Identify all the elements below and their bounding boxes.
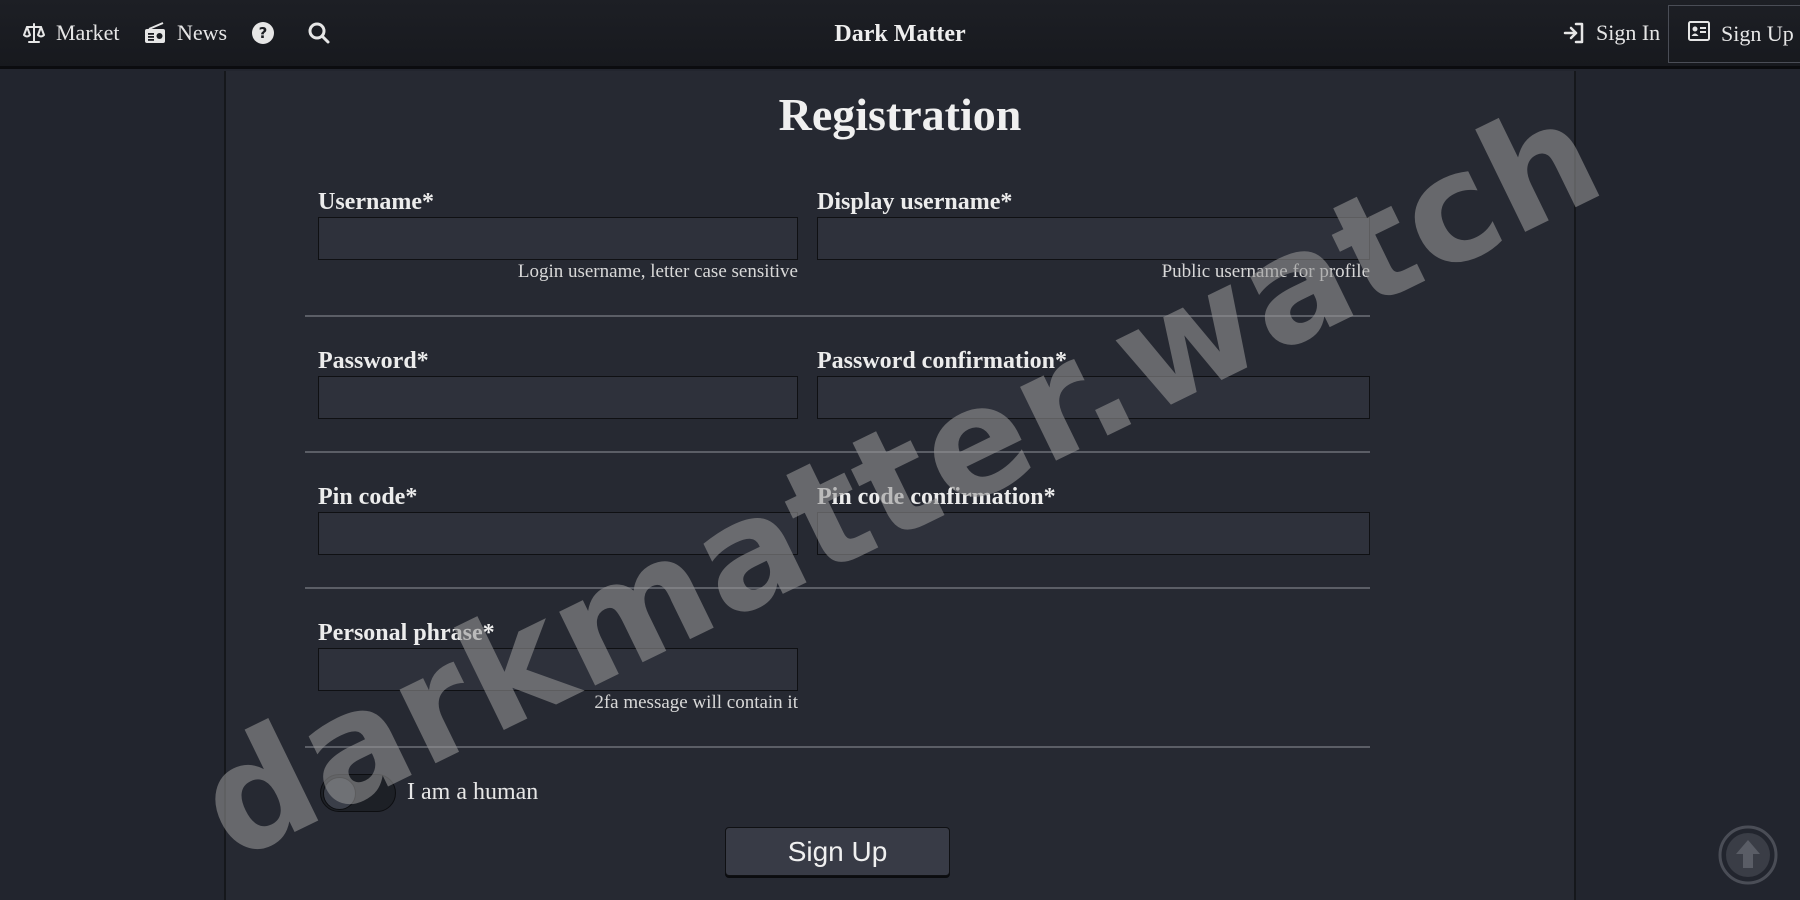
nav-help[interactable]: ? bbox=[251, 0, 275, 66]
human-toggle-label: I am a human bbox=[407, 779, 539, 805]
divider bbox=[305, 315, 1370, 317]
nav-search[interactable] bbox=[307, 0, 331, 66]
human-toggle[interactable] bbox=[320, 774, 396, 812]
nav-news-label: News bbox=[177, 20, 228, 45]
svg-text:?: ? bbox=[259, 24, 268, 42]
password-input[interactable] bbox=[318, 376, 798, 419]
nav-signup-label: Sign Up bbox=[1721, 21, 1794, 46]
scales-icon bbox=[22, 21, 46, 45]
password-label: Password* bbox=[318, 348, 429, 374]
sign-in-icon bbox=[1562, 21, 1586, 45]
personal-phrase-help: 2fa message will contain it bbox=[594, 692, 798, 713]
nav-market-label: Market bbox=[56, 20, 120, 45]
toggle-knob bbox=[323, 777, 356, 810]
nav-signup[interactable]: Sign Up bbox=[1668, 5, 1800, 63]
arrow-up-circle-icon bbox=[1717, 825, 1779, 890]
divider bbox=[305, 587, 1370, 589]
username-label: Username* bbox=[318, 189, 434, 215]
id-card-icon bbox=[1687, 19, 1711, 49]
pin-code-confirmation-input[interactable] bbox=[817, 512, 1370, 555]
search-icon bbox=[307, 21, 331, 45]
personal-phrase-input[interactable] bbox=[318, 648, 798, 691]
nav-news[interactable]: News bbox=[143, 0, 227, 66]
display-username-input[interactable] bbox=[817, 217, 1370, 260]
nav-signin[interactable]: Sign In bbox=[1562, 0, 1660, 66]
page-title: Registration bbox=[778, 89, 1022, 140]
scroll-to-top-button[interactable] bbox=[1717, 824, 1779, 886]
pin-code-label: Pin code* bbox=[318, 484, 418, 510]
display-username-help: Public username for profile bbox=[1161, 261, 1370, 282]
password-confirmation-label: Password confirmation* bbox=[817, 348, 1067, 374]
question-circle-icon: ? bbox=[251, 21, 275, 45]
username-input[interactable] bbox=[318, 217, 798, 260]
display-username-label: Display username* bbox=[817, 189, 1013, 215]
pin-code-confirmation-label: Pin code confirmation* bbox=[817, 484, 1056, 510]
signup-submit-button[interactable]: Sign Up bbox=[725, 827, 950, 876]
nav-signin-label: Sign In bbox=[1596, 20, 1661, 45]
radio-icon bbox=[143, 21, 167, 45]
divider bbox=[305, 451, 1370, 453]
personal-phrase-label: Personal phrase* bbox=[318, 620, 495, 646]
username-help: Login username, letter case sensitive bbox=[517, 261, 798, 282]
nav-market[interactable]: Market bbox=[22, 0, 120, 66]
divider bbox=[305, 746, 1370, 748]
password-confirmation-input[interactable] bbox=[817, 376, 1370, 419]
pin-code-input[interactable] bbox=[318, 512, 798, 555]
top-navbar: Market News ? Dark Matter Sign In Sign U… bbox=[0, 0, 1800, 69]
